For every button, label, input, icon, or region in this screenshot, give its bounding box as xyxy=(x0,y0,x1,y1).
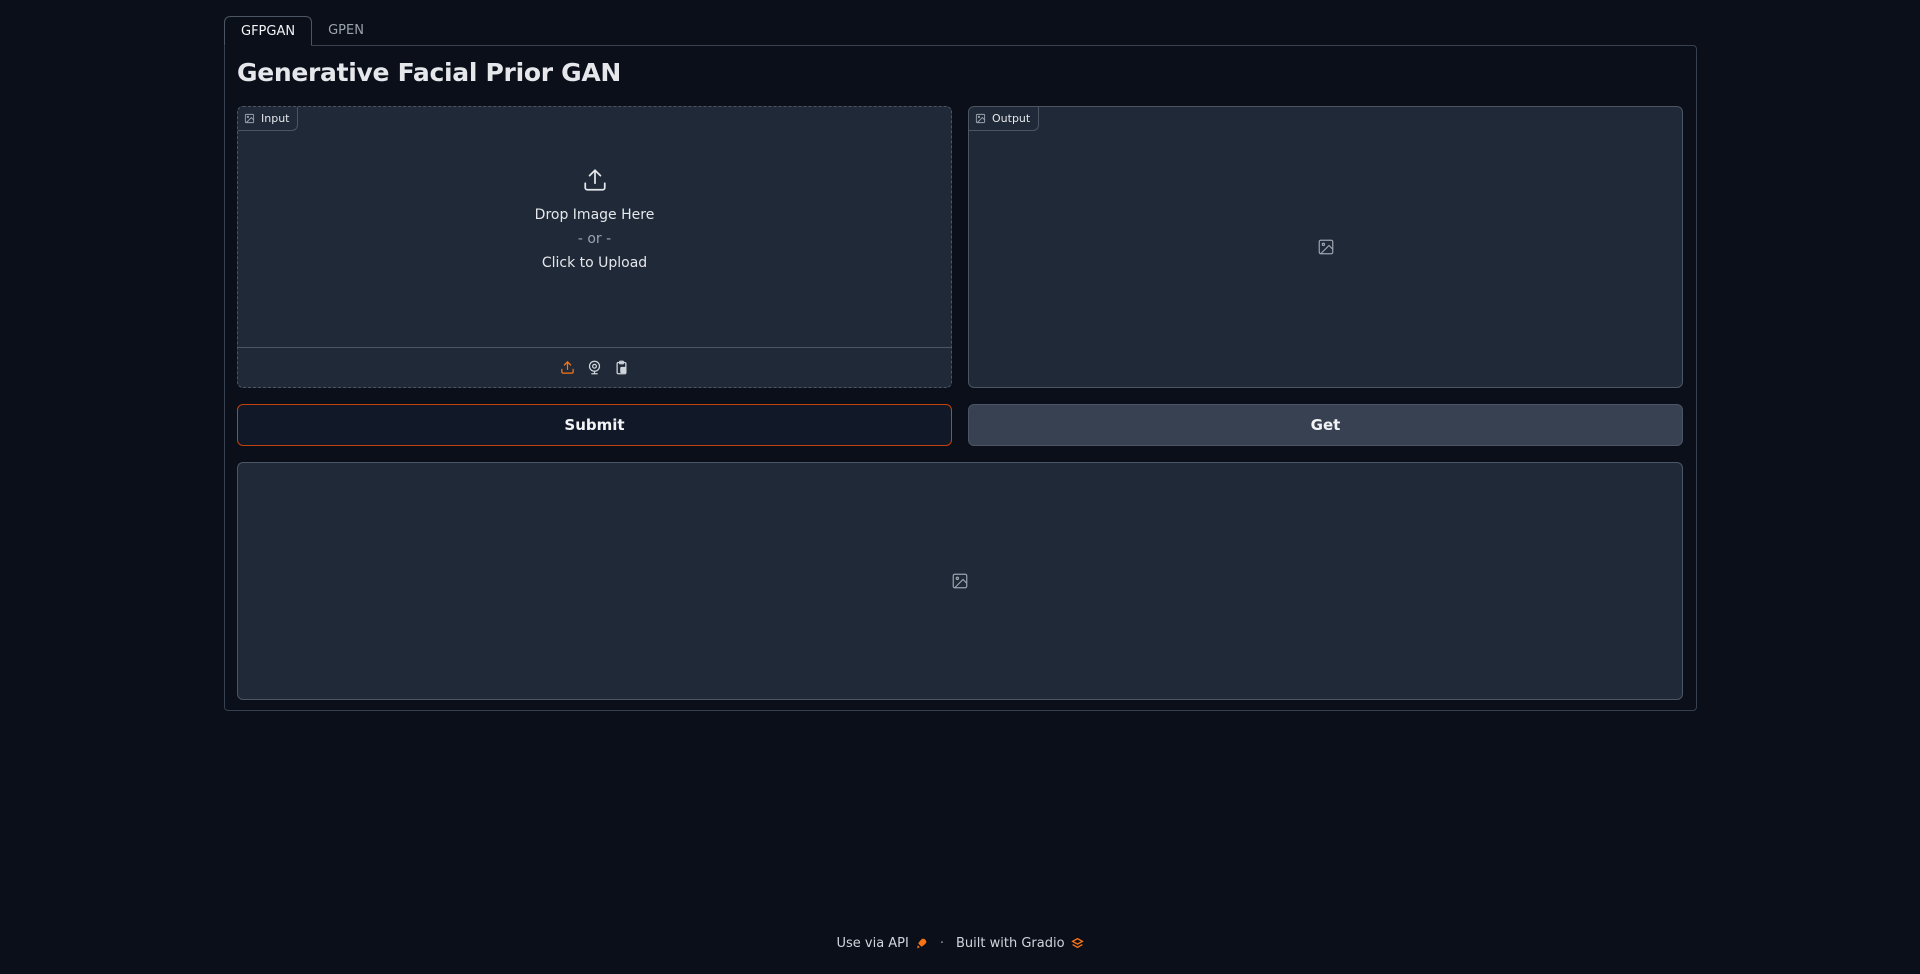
page-title: Generative Facial Prior GAN xyxy=(237,58,622,87)
output-image-label: Output xyxy=(992,112,1031,125)
upload-source-button[interactable] xyxy=(559,359,576,376)
rocket-icon xyxy=(917,938,927,949)
footer: Use via API · Built with Gradio xyxy=(0,936,1920,951)
tab-gfpgan[interactable]: GFPGAN xyxy=(224,16,313,46)
gradio-logo-icon xyxy=(1070,937,1084,949)
image-placeholder-icon xyxy=(1318,239,1334,255)
webcam-icon xyxy=(588,360,601,375)
tab-bar: GFPGAN GPEN xyxy=(224,16,380,46)
or-text: - or - xyxy=(577,230,612,247)
footer-separator: · xyxy=(939,936,944,951)
clipboard-source-button[interactable] xyxy=(613,359,630,376)
image-icon xyxy=(975,113,986,124)
get-button[interactable]: Get xyxy=(968,404,1683,446)
use-via-api-link[interactable]: Use via API xyxy=(836,936,927,951)
built-with-gradio-link[interactable]: Built with Gradio xyxy=(956,936,1084,951)
click-to-upload-text: Click to Upload xyxy=(541,254,648,271)
image-source-selector xyxy=(238,347,951,387)
submit-button[interactable]: Submit xyxy=(237,404,952,446)
built-with-gradio-label: Built with Gradio xyxy=(956,936,1065,951)
drop-image-text: Drop Image Here xyxy=(534,206,655,223)
input-image-dropzone[interactable]: Input Drop Image Here - or - Click to Up… xyxy=(237,106,952,388)
upload-area[interactable]: Drop Image Here - or - Click to Upload xyxy=(238,107,951,348)
clipboard-icon xyxy=(616,360,627,375)
output-image-label-badge: Output xyxy=(969,107,1040,131)
use-via-api-label: Use via API xyxy=(836,936,909,951)
upload-icon xyxy=(583,168,606,191)
tab-gpen[interactable]: GPEN xyxy=(312,16,380,46)
upload-icon xyxy=(561,361,574,374)
output-image-block: Output xyxy=(968,106,1683,388)
tab-panel-gfpgan: Generative Facial Prior GAN Input Drop I… xyxy=(224,45,1697,711)
webcam-source-button[interactable] xyxy=(586,359,603,376)
result-image-block xyxy=(237,462,1683,700)
image-placeholder-icon xyxy=(952,573,968,589)
